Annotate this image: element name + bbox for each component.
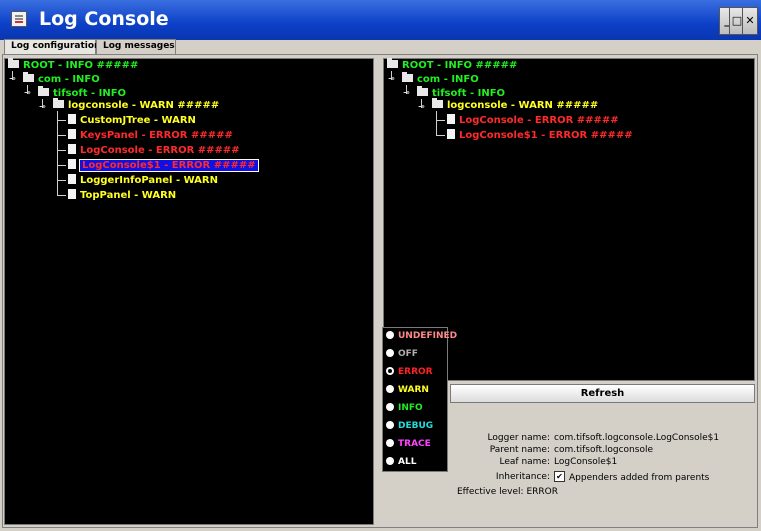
file-icon bbox=[447, 129, 455, 139]
level-option-undefined[interactable]: UNDEFINED bbox=[386, 328, 457, 344]
tree-node-logconsole1-selected[interactable]: LogConsole$1 - ERROR ##### bbox=[68, 159, 259, 173]
refresh-button[interactable]: Refresh bbox=[450, 384, 755, 403]
radio-selected-icon bbox=[386, 366, 394, 375]
tree-node-com[interactable]: com - INFO bbox=[23, 72, 100, 87]
folder-icon bbox=[53, 98, 64, 108]
tree-node-logconsole[interactable]: logconsole - WARN ##### bbox=[432, 98, 598, 113]
tree-node-keyspanel[interactable]: KeysPanel - ERROR ##### bbox=[68, 129, 233, 143]
file-icon bbox=[68, 159, 76, 169]
leaf-name-value: LogConsole$1 bbox=[554, 457, 618, 467]
effective-level-value: ERROR bbox=[526, 487, 558, 497]
expand-handle-icon[interactable]: ⊸ bbox=[38, 102, 47, 111]
folder-icon bbox=[432, 98, 443, 108]
inheritance-checkbox[interactable]: ✔ Appenders added from parents bbox=[554, 471, 709, 483]
expand-handle-icon[interactable]: ⊸ bbox=[387, 74, 396, 83]
tab-log-configuration[interactable]: Log configuration bbox=[4, 39, 100, 54]
file-icon bbox=[68, 144, 76, 154]
title-bar[interactable]: Log Console _ □ ✕ bbox=[0, 0, 761, 40]
level-option-error[interactable]: ERROR bbox=[386, 364, 433, 380]
checkbox-checked-icon[interactable]: ✔ bbox=[554, 471, 565, 482]
tree-node-logconsole-class[interactable]: LogConsole - ERROR ##### bbox=[447, 114, 619, 128]
file-icon bbox=[447, 114, 455, 124]
radio-icon bbox=[386, 420, 394, 429]
level-option-info[interactable]: INFO bbox=[386, 400, 423, 416]
level-option-off[interactable]: OFF bbox=[386, 346, 418, 362]
level-option-all[interactable]: ALL bbox=[386, 454, 416, 470]
tree-node-com[interactable]: com - INFO bbox=[402, 72, 479, 87]
radio-icon bbox=[386, 438, 394, 447]
folder-icon bbox=[387, 58, 398, 68]
expand-handle-icon[interactable]: ⊸ bbox=[417, 102, 426, 111]
tree-node-logconsole[interactable]: logconsole - WARN ##### bbox=[53, 98, 219, 113]
close-button[interactable]: ✕ bbox=[742, 7, 758, 35]
tree-node-logconsole-class[interactable]: LogConsole - ERROR ##### bbox=[68, 144, 240, 158]
parent-name-label: Parent name: bbox=[489, 445, 550, 455]
logger-info-panel: Logger name: com.tifsoft.logconsole.LogC… bbox=[432, 433, 752, 503]
leaf-name-label: Leaf name: bbox=[499, 457, 551, 467]
folder-icon bbox=[8, 58, 19, 68]
tree-node-root[interactable]: ROOT - INFO ##### bbox=[8, 58, 138, 73]
file-icon bbox=[68, 189, 76, 199]
tree-node-logconsole1[interactable]: LogConsole$1 - ERROR ##### bbox=[447, 129, 633, 143]
parent-name-value: com.tifsoft.logconsole bbox=[554, 445, 653, 455]
folder-icon bbox=[417, 86, 428, 96]
folder-icon bbox=[38, 86, 49, 96]
level-option-trace[interactable]: TRACE bbox=[386, 436, 431, 452]
file-icon bbox=[68, 129, 76, 139]
folder-icon bbox=[23, 72, 34, 82]
expand-handle-icon[interactable]: ⊸ bbox=[8, 74, 17, 83]
file-icon bbox=[68, 114, 76, 124]
expand-handle-icon[interactable]: ⊸ bbox=[23, 88, 32, 97]
expand-handle-icon[interactable]: ⊸ bbox=[402, 88, 411, 97]
radio-icon bbox=[386, 456, 394, 465]
inheritance-label: Inheritance: bbox=[495, 472, 550, 482]
logger-name-value: com.tifsoft.logconsole.LogConsole$1 bbox=[554, 433, 720, 443]
radio-icon bbox=[386, 402, 394, 411]
file-icon bbox=[68, 174, 76, 184]
app-icon bbox=[11, 11, 27, 27]
tree-node-toppanel[interactable]: TopPanel - WARN bbox=[68, 189, 176, 203]
level-option-debug[interactable]: DEBUG bbox=[386, 418, 433, 434]
level-option-warn[interactable]: WARN bbox=[386, 382, 429, 398]
tab-log-messages[interactable]: Log messages bbox=[96, 39, 176, 54]
tree-node-customjtree[interactable]: CustomJTree - WARN bbox=[68, 114, 196, 128]
window-title: Log Console bbox=[39, 8, 169, 30]
tree-node-root[interactable]: ROOT - INFO ##### bbox=[387, 58, 517, 73]
radio-icon bbox=[386, 348, 394, 357]
radio-icon bbox=[386, 384, 394, 393]
tree-node-loggerinfopanel[interactable]: LoggerInfoPanel - WARN bbox=[68, 174, 218, 188]
radio-icon bbox=[386, 330, 394, 339]
folder-icon bbox=[402, 72, 413, 82]
effective-level-label: Effective level: bbox=[457, 487, 524, 497]
logger-name-label: Logger name: bbox=[487, 433, 550, 443]
logger-tree-left[interactable]: ⊸ ⊸ ⊸ ROOT - INFO ##### com - INFO tifso… bbox=[4, 58, 374, 525]
